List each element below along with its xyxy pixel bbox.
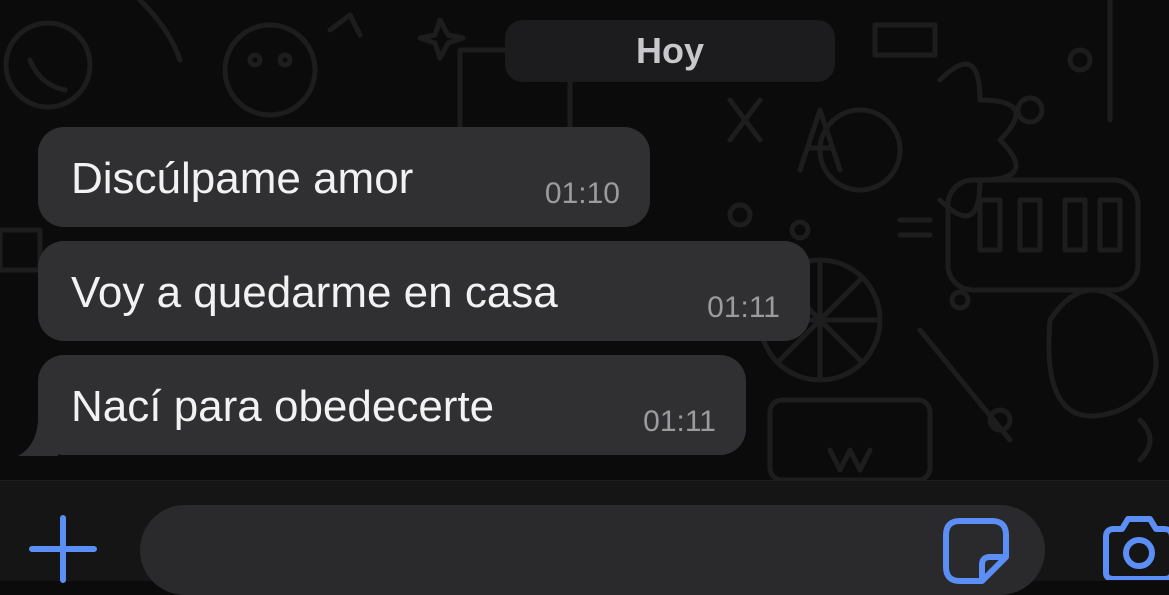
message-text: Voy a quedarme en casa <box>71 268 558 317</box>
message-bubble[interactable]: Nací para obedecerte 01:11 <box>38 355 746 455</box>
message-time: 01:11 <box>643 405 716 438</box>
plus-icon[interactable] <box>28 514 98 584</box>
message-bubble[interactable]: Voy a quedarme en casa 01:11 <box>38 241 810 341</box>
message-input[interactable] <box>140 505 1045 595</box>
message-bubble[interactable]: Discúlpame amor 01:10 <box>38 127 650 227</box>
message-text: Discúlpame amor <box>71 154 414 203</box>
camera-icon[interactable] <box>1100 515 1169 580</box>
sticker-icon[interactable] <box>940 515 1012 587</box>
bubble-tail <box>18 410 58 456</box>
message-time: 01:10 <box>544 177 620 210</box>
message-time: 01:11 <box>707 291 780 324</box>
date-separator: Hoy <box>505 20 835 82</box>
message-text: Nací para obedecerte <box>71 382 495 431</box>
